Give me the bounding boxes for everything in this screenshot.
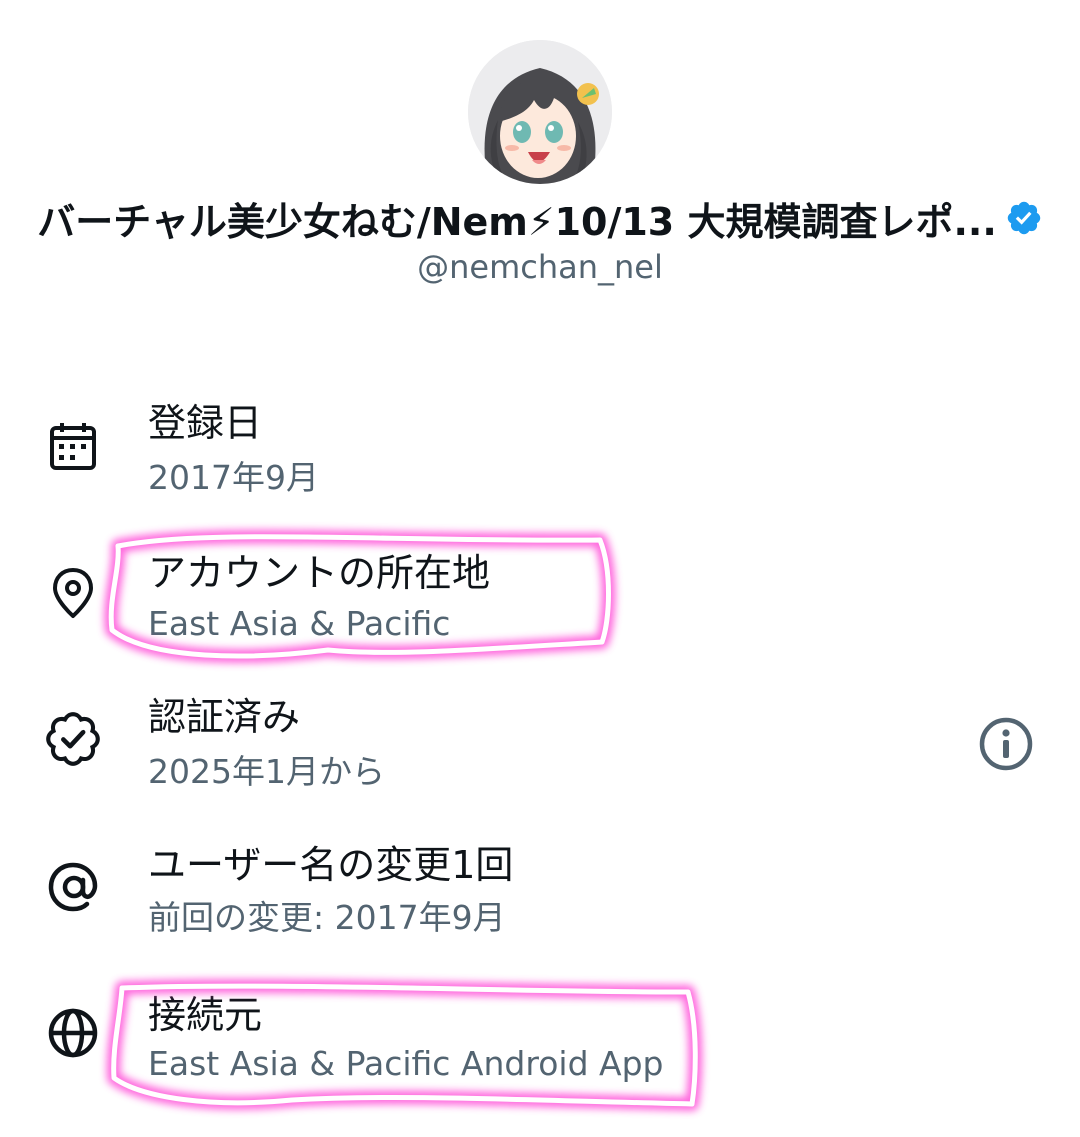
globe-icon	[48, 1008, 98, 1058]
row-title: ユーザー名の変更1回	[148, 843, 514, 887]
location-pin-icon	[53, 568, 93, 618]
row-subtitle: 2025年1月から	[148, 752, 385, 791]
about-row-joined: 登録日 2017年9月	[0, 392, 1080, 522]
about-row-username-changes: ユーザー名の変更1回 前回の変更: 2017年9月	[0, 834, 1080, 964]
info-icon[interactable]	[976, 714, 1036, 774]
verified-badge-icon	[1007, 201, 1040, 235]
at-sign-icon	[48, 862, 98, 912]
row-subtitle: 2017年9月	[148, 458, 319, 497]
profile-about-screen: バーチャル美少女ねむ/Nem⚡10/13 大規模調査レポ... @nemchan…	[0, 0, 1080, 1137]
row-subtitle: 前回の変更: 2017年9月	[148, 898, 506, 937]
row-title: アカウントの所在地	[148, 551, 491, 595]
display-name: バーチャル美少女ねむ/Nem⚡10/13 大規模調査レポ...	[37, 199, 997, 244]
calendar-icon	[50, 423, 96, 470]
about-row-verified: 認証済み 2025年1月から	[0, 686, 1080, 816]
about-row-connected-via: 接続元 East Asia & Pacific Android App	[0, 982, 1080, 1112]
display-name-row: バーチャル美少女ねむ/Nem⚡10/13 大規模調査レポ...	[0, 190, 1080, 246]
row-title: 接続元	[148, 993, 263, 1037]
row-title: 登録日	[148, 401, 263, 445]
row-subtitle: East Asia & Pacific	[148, 604, 451, 643]
row-title: 認証済み	[148, 695, 301, 739]
verified-check-icon	[46, 712, 100, 766]
profile-handle: @nemchan_nel	[417, 248, 663, 286]
row-subtitle: East Asia & Pacific Android App	[148, 1044, 664, 1083]
avatar[interactable]	[468, 40, 612, 184]
about-row-account-location: アカウントの所在地 East Asia & Pacific	[0, 540, 1080, 670]
